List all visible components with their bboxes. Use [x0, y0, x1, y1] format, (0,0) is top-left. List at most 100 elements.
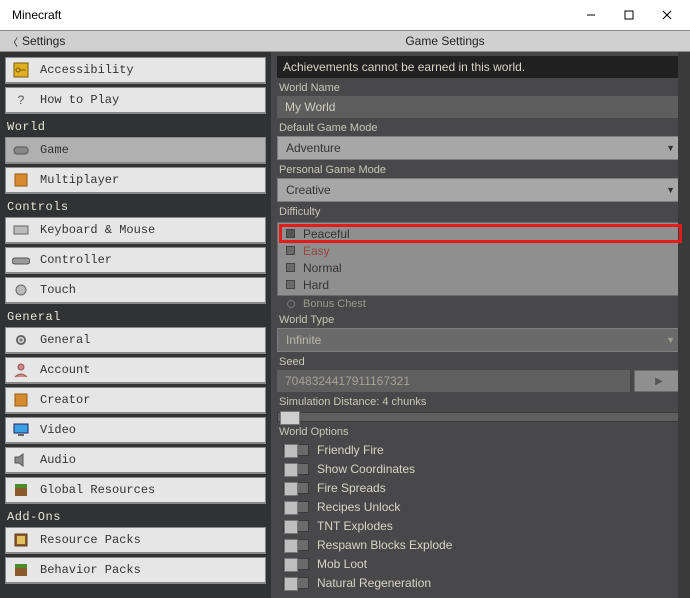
difficulty-option-normal[interactable]: Normal	[280, 259, 681, 276]
worldname-input[interactable]: My World	[277, 96, 684, 118]
toggle-icon	[283, 444, 309, 456]
sidebar-category-addons: Add-Ons	[5, 507, 266, 527]
toggle-label: Respawn Blocks Explode	[317, 538, 452, 552]
toggle-icon	[283, 501, 309, 513]
achievement-warning: Achievements cannot be earned in this wo…	[277, 56, 684, 78]
sidebar-category-controls: Controls	[5, 197, 266, 217]
back-button[interactable]: 〈 Settings	[0, 34, 65, 49]
toggle-label: Natural Regeneration	[317, 576, 431, 590]
toggle-label: Fire Spreads	[317, 481, 386, 495]
radio-icon	[286, 263, 295, 272]
toggle-recipes-unlock[interactable]: Recipes Unlock	[277, 497, 684, 516]
radio-icon	[286, 229, 295, 238]
painting-icon	[12, 531, 30, 549]
difficulty-option-hard[interactable]: Hard	[280, 276, 681, 293]
seed-label: Seed	[277, 352, 684, 370]
sidebar-label: Controller	[40, 253, 112, 267]
difficulty-dropdown-open[interactable]: Peaceful Easy Normal Hard	[277, 222, 684, 296]
sidebar-item-behaviorpacks[interactable]: Behavior Packs	[5, 557, 266, 584]
sidebar-label: Accessibility	[40, 63, 134, 77]
toggle-fire-spreads[interactable]: Fire Spreads	[277, 478, 684, 497]
minimize-button[interactable]	[572, 2, 610, 28]
question-icon: ?	[12, 91, 30, 109]
content-scrollbar[interactable]	[678, 52, 690, 598]
difficulty-option-label: Peaceful	[303, 227, 350, 241]
back-label: Settings	[22, 34, 65, 48]
settings-content: Achievements cannot be earned in this wo…	[271, 52, 690, 598]
sidebar-item-video[interactable]: Video	[5, 417, 266, 444]
toggle-label: Show Coordinates	[317, 462, 415, 476]
toggle-icon	[283, 577, 309, 589]
seed-picker-button[interactable]: ▶	[634, 370, 684, 392]
toggle-mob-loot[interactable]: Mob Loot	[277, 554, 684, 573]
sidebar-category-world: World	[5, 117, 266, 137]
toggle-icon	[283, 482, 309, 494]
personalgamemode-dropdown[interactable]: Creative▼	[277, 178, 684, 202]
worldname-value: My World	[285, 100, 335, 114]
gear-icon	[12, 331, 30, 349]
seed-input: 7048324417911167321	[277, 370, 630, 392]
sidebar-item-keyboard[interactable]: Keyboard & Mouse	[5, 217, 266, 244]
worldtype-label: World Type	[277, 310, 684, 328]
sidebar-label: Account	[40, 363, 90, 377]
grass-block-icon	[12, 561, 30, 579]
chevron-down-icon: ▼	[666, 143, 675, 153]
sidebar-category-general: General	[5, 307, 266, 327]
worldtype-dropdown: Infinite▼	[277, 328, 684, 352]
sidebar-label: Video	[40, 423, 76, 437]
toggle-icon	[283, 463, 309, 475]
sidebar-label: Audio	[40, 453, 76, 467]
sidebar-label: Resource Packs	[40, 533, 141, 547]
difficulty-option-peaceful[interactable]: Peaceful	[280, 225, 681, 242]
close-button[interactable]	[648, 2, 686, 28]
radio-icon	[286, 280, 295, 289]
difficulty-option-label: Normal	[303, 261, 342, 275]
sidebar-item-game[interactable]: Game	[5, 137, 266, 164]
sidebar-label: Keyboard & Mouse	[40, 223, 155, 237]
sidebar-item-touch[interactable]: Touch	[5, 277, 266, 304]
toggle-respawn-blocks-explode[interactable]: Respawn Blocks Explode	[277, 535, 684, 554]
sidebar-item-general[interactable]: General	[5, 327, 266, 354]
main-area: Accessibility ? How to Play World Game M…	[0, 52, 690, 598]
controller-icon	[12, 141, 30, 159]
simulation-distance-label: Simulation Distance: 4 chunks	[277, 392, 684, 410]
difficulty-option-label: Hard	[303, 278, 329, 292]
personalgamemode-value: Creative	[286, 183, 331, 197]
sidebar-item-globalresources[interactable]: Global Resources	[5, 477, 266, 504]
sidebar-item-accessibility[interactable]: Accessibility	[5, 57, 266, 84]
toggle-friendly-fire[interactable]: Friendly Fire	[277, 440, 684, 459]
personalgamemode-label: Personal Game Mode	[277, 160, 684, 178]
toggle-label: Friendly Fire	[317, 443, 384, 457]
gamepad-icon	[12, 251, 30, 269]
sidebar-item-account[interactable]: Account	[5, 357, 266, 384]
difficulty-option-easy[interactable]: Easy	[280, 242, 681, 259]
maximize-button[interactable]	[610, 2, 648, 28]
world-options-label: World Options	[277, 422, 684, 440]
toggle-tnt-explodes[interactable]: TNT Explodes	[277, 516, 684, 535]
chevron-down-icon: ▼	[666, 335, 675, 345]
sidebar-label: Game	[40, 143, 69, 157]
sidebar-item-resourcepacks[interactable]: Resource Packs	[5, 527, 266, 554]
difficulty-label: Difficulty	[277, 202, 684, 220]
sidebar-item-creator[interactable]: Creator	[5, 387, 266, 414]
monitor-icon	[12, 421, 30, 439]
toggle-label: Recipes Unlock	[317, 500, 400, 514]
toggle-show-coordinates[interactable]: Show Coordinates	[277, 459, 684, 478]
simulation-distance-slider[interactable]	[277, 412, 684, 422]
toggle-icon	[283, 539, 309, 551]
chevron-left-icon: 〈	[8, 34, 18, 49]
key-icon	[12, 61, 30, 79]
defaultgamemode-dropdown[interactable]: Adventure▼	[277, 136, 684, 160]
toggle-natural-regeneration[interactable]: Natural Regeneration	[277, 573, 684, 592]
sidebar-item-howtoplay[interactable]: ? How to Play	[5, 87, 266, 114]
account-icon	[12, 361, 30, 379]
sidebar-item-controller[interactable]: Controller	[5, 247, 266, 274]
sidebar-item-audio[interactable]: Audio	[5, 447, 266, 474]
radio-icon	[286, 246, 295, 255]
window-titlebar: Minecraft	[0, 0, 690, 30]
toggle-icon	[283, 558, 309, 570]
page-title: Game Settings	[405, 34, 484, 48]
keyboard-icon	[12, 221, 30, 239]
settings-sidebar: Accessibility ? How to Play World Game M…	[0, 52, 271, 598]
sidebar-item-multiplayer[interactable]: Multiplayer	[5, 167, 266, 194]
